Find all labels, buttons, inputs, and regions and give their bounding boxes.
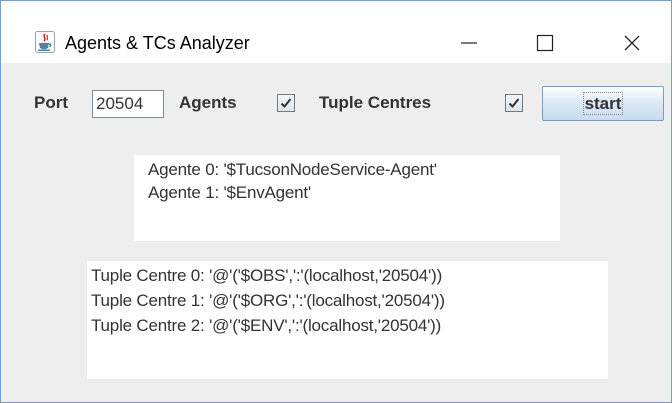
list-item: Tuple Centre 1: '@'('$ORG',':'(localhost… [91,291,445,310]
tuple-centres-list-panel: Tuple Centre 0: '@'('$OBS',':'(localhost… [87,261,608,379]
close-button[interactable] [609,23,655,63]
list-item: Tuple Centre 0: '@'('$OBS',':'(localhost… [91,266,443,285]
port-input[interactable] [92,90,164,118]
app-window: Agents & TCs Analyzer Port Agents [0,0,672,403]
java-cup-icon [35,31,55,53]
maximize-button[interactable] [522,23,568,63]
close-icon [624,35,640,51]
tuple-centres-label: Tuple Centres [319,93,432,112]
port-label: Port [34,93,68,112]
main-content: Port Agents Tuple Centres start Agente 0… [1,63,671,402]
minimize-button[interactable] [446,23,492,63]
agents-checkbox[interactable] [277,94,295,112]
agents-list-panel: Agente 0: '$TucsonNodeService-Agent' Age… [134,155,560,241]
list-item: Tuple Centre 2: '@'('$ENV',':'(localhost… [91,316,442,335]
check-icon [280,98,292,108]
tuple-centres-checkbox[interactable] [505,94,523,112]
list-item: Agente 1: '$EnvAgent' [148,183,311,202]
title-bar[interactable]: Agents & TCs Analyzer [1,1,671,63]
list-item: Agente 0: '$TucsonNodeService-Agent' [148,160,437,179]
agents-label: Agents [179,93,237,112]
maximize-icon [536,34,554,52]
check-icon [508,98,520,108]
start-button[interactable]: start [542,86,664,121]
window-title: Agents & TCs Analyzer [65,33,250,53]
start-button-label: start [582,92,624,115]
minimize-icon [461,42,477,44]
